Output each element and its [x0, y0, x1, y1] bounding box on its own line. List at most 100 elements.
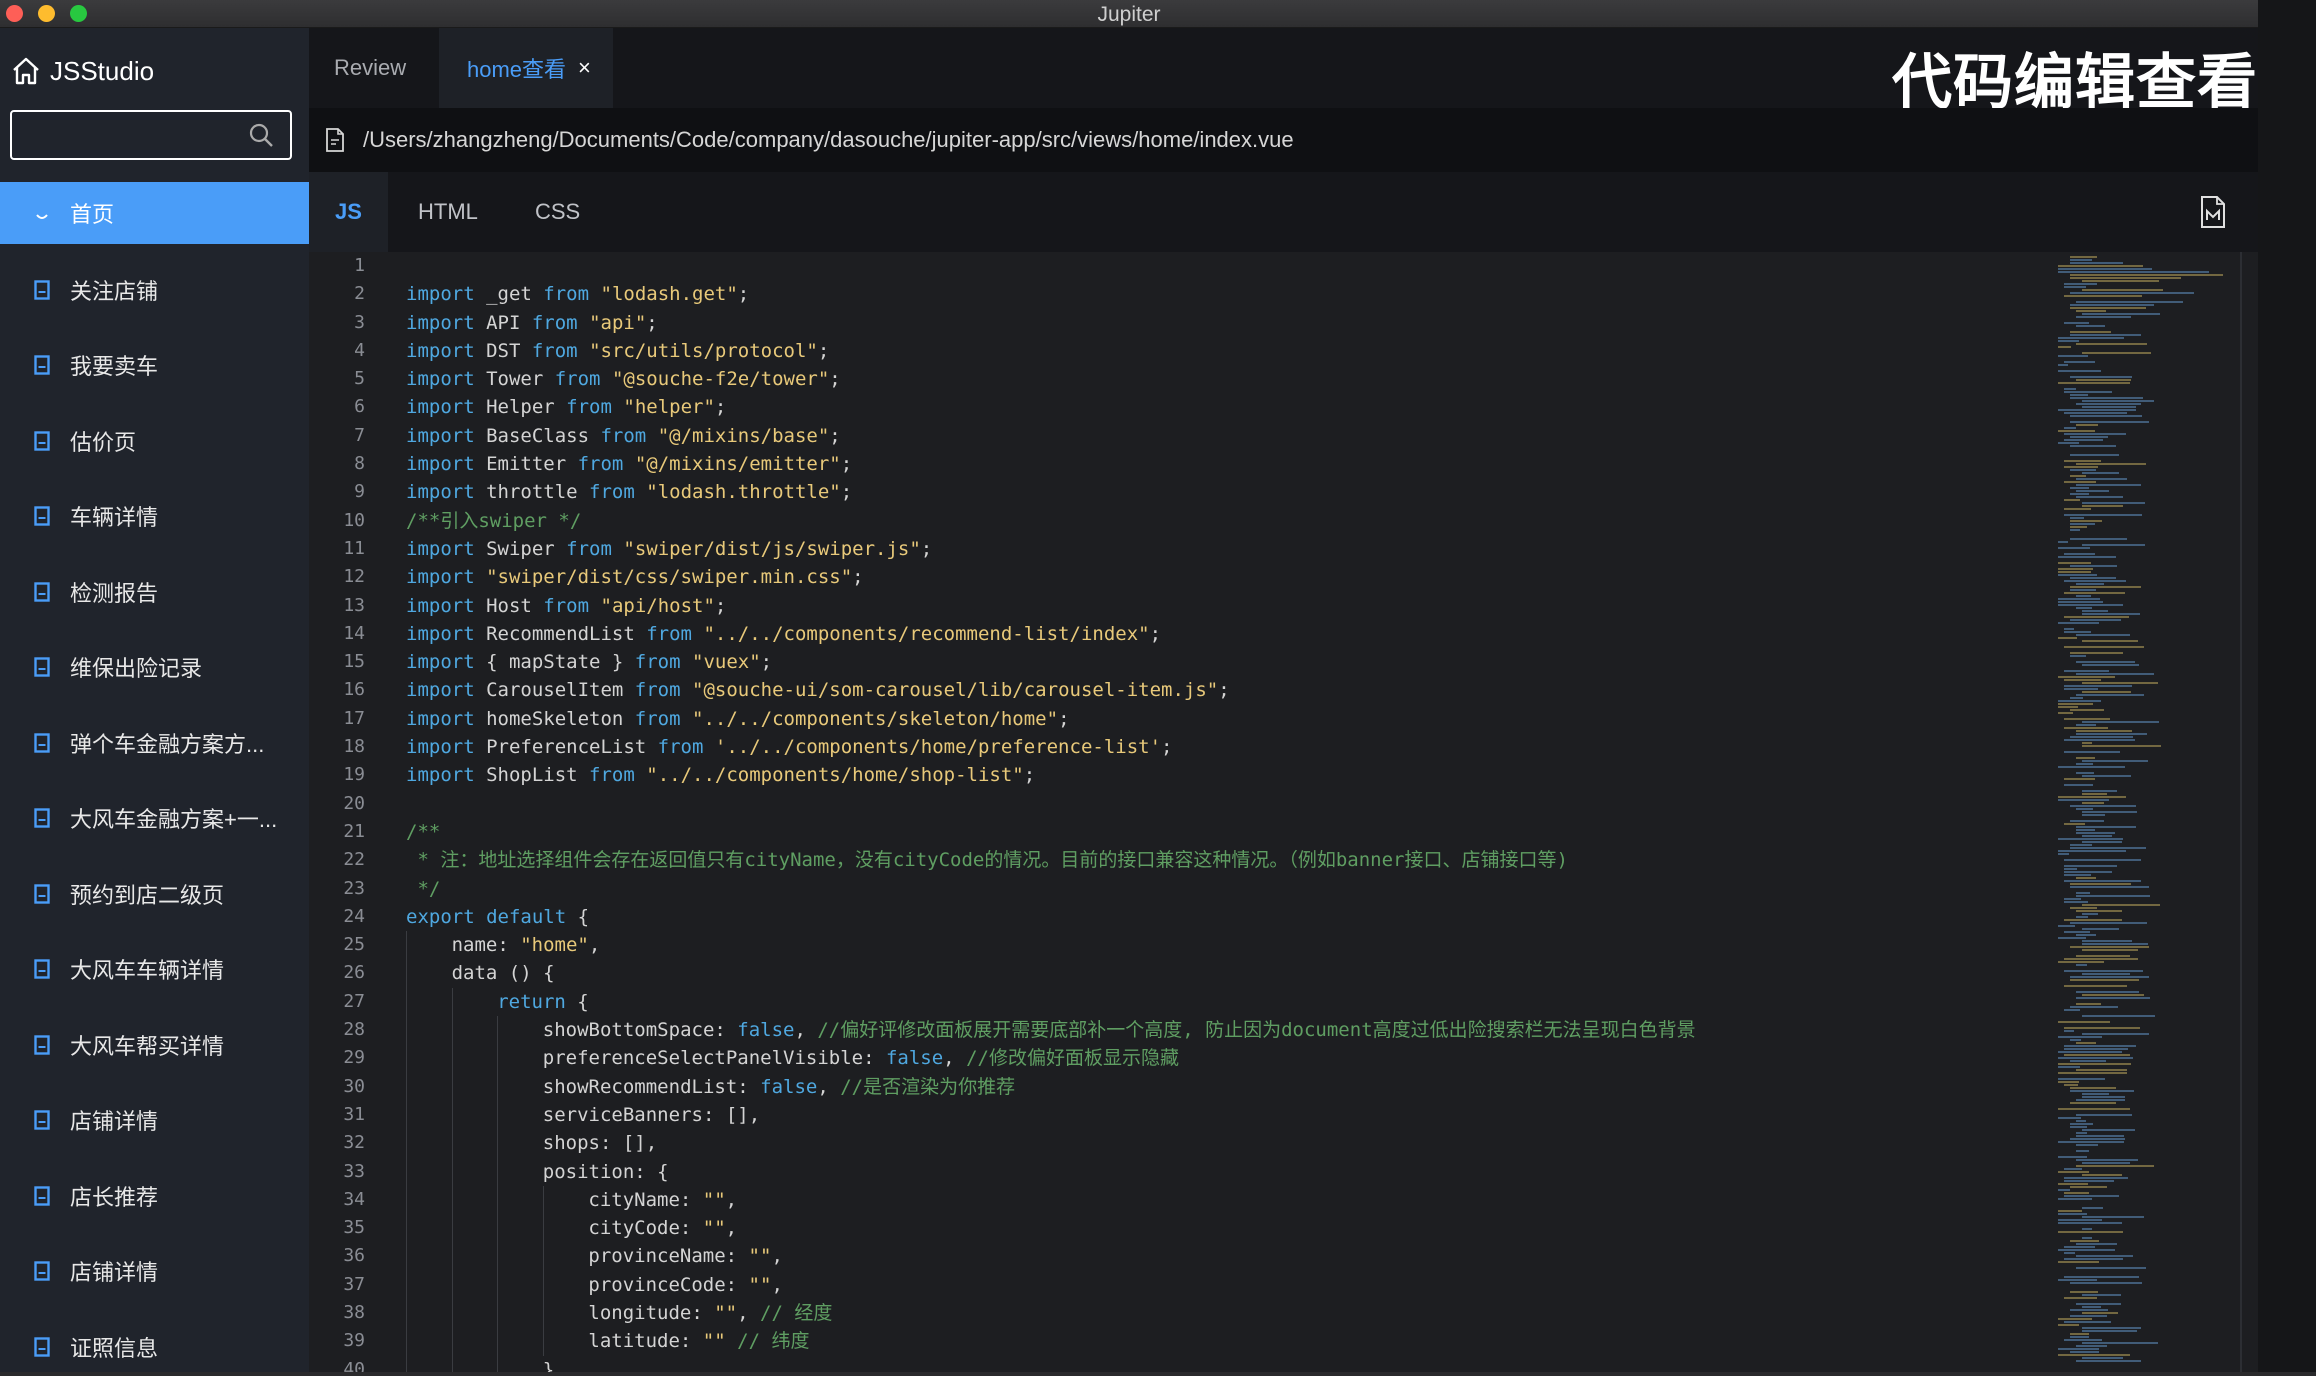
code-line[interactable]: import BaseClass from "@/mixins/base"; [406, 422, 1696, 450]
sidebar-item[interactable]: 我要卖车 [0, 328, 309, 404]
document-icon [34, 733, 50, 753]
sidebar-item[interactable]: 店铺详情 [0, 1234, 309, 1310]
code-line[interactable]: import homeSkeleton from "../../componen… [406, 705, 1696, 733]
sidebar-item[interactable]: 大风车车辆详情 [0, 932, 309, 1008]
code-line[interactable]: import PreferenceList from '../../compon… [406, 733, 1696, 761]
tab-html[interactable]: HTML [418, 172, 478, 252]
code-line[interactable]: longitude: "", // 经度 [406, 1298, 1696, 1328]
minimap-line [2070, 304, 2155, 306]
code-line[interactable]: import Tower from "@souche-f2e/tower"; [406, 365, 1696, 393]
sidebar-item[interactable]: 预约到店二级页 [0, 856, 309, 932]
minimap[interactable] [2048, 252, 2238, 1372]
code-line[interactable]: cityName: "", [406, 1185, 1696, 1215]
code-line[interactable]: export default { [406, 903, 1696, 931]
minimap-line [2064, 718, 2110, 720]
sidebar-item[interactable]: 证照信息 [0, 1309, 309, 1372]
code-line[interactable] [406, 790, 1696, 818]
indent-guide [406, 959, 407, 988]
sidebar-item[interactable]: 大风车帮买详情 [0, 1007, 309, 1083]
code-line[interactable]: data () { [406, 959, 1696, 988]
sidebar-item[interactable]: 车辆详情 [0, 479, 309, 555]
search-input[interactable] [10, 110, 292, 160]
code-line[interactable]: serviceBanners: [], [406, 1100, 1696, 1130]
code-line[interactable]: latitude: "" // 纬度 [406, 1327, 1696, 1356]
code-line[interactable]: shops: [], [406, 1129, 1696, 1158]
minimap-line [2058, 547, 2090, 549]
code-text: , [943, 1047, 967, 1070]
code-line[interactable]: showBottomSpace: false, //偏好评修改面板展开需要底部补… [406, 1016, 1696, 1045]
code-line[interactable]: /**引入swiper */ [406, 507, 1696, 535]
search-icon[interactable] [248, 122, 274, 148]
minimap-line [2058, 1219, 2102, 1221]
minimap-line [2082, 1237, 2093, 1239]
code-line[interactable]: import Swiper from "swiper/dist/js/swipe… [406, 535, 1696, 563]
tab-js[interactable]: JS [309, 172, 388, 252]
code-line[interactable]: }, [406, 1355, 1696, 1372]
sidebar-item[interactable]: 首页 [0, 182, 309, 244]
code-keyword: import [406, 424, 475, 447]
sidebar-item[interactable]: 维保出险记录 [0, 630, 309, 706]
code-line[interactable]: provinceName: "", [406, 1242, 1696, 1271]
minimap-line [2058, 1213, 2088, 1215]
indent-guide [542, 1242, 544, 1271]
code-line[interactable]: import "swiper/dist/css/swiper.min.css"; [406, 563, 1696, 591]
code-line[interactable]: * 注：地址选择组件会存在返回值只有cityName，没有cityCode的情况… [406, 846, 1696, 874]
scrollbar[interactable] [2240, 252, 2242, 1372]
indent-guide [497, 1242, 499, 1271]
code-string: "lodash.throttle" [646, 481, 841, 504]
code-line[interactable]: import { mapState } from "vuex"; [406, 648, 1696, 676]
minimap-line [2082, 400, 2155, 402]
code-line[interactable]: import API from "api"; [406, 309, 1696, 337]
tab-home[interactable]: home查看 × [439, 28, 613, 108]
code-line[interactable]: position: { [406, 1157, 1696, 1186]
code-line[interactable]: import _get from "lodash.get"; [406, 280, 1696, 308]
code-line[interactable]: import RecommendList from "../../compone… [406, 620, 1696, 648]
minimap-line [2058, 1078, 2105, 1080]
code-line[interactable]: import CarouselItem from "@souche-ui/som… [406, 676, 1696, 704]
code-line[interactable]: showRecommendList: false, //是否渲染为你推荐 [406, 1072, 1696, 1101]
code-line[interactable]: cityCode: "", [406, 1214, 1696, 1243]
brand[interactable]: JSStudio [10, 54, 154, 88]
sidebar-item[interactable]: 估价页 [0, 403, 309, 479]
code-text: , [794, 1019, 818, 1042]
minimap-line [2058, 1348, 2099, 1350]
code-line[interactable] [406, 252, 1696, 280]
code-keyword: import [406, 622, 475, 645]
tab-review[interactable]: Review [334, 28, 406, 108]
sidebar-item[interactable]: 弹个车金融方案方... [0, 705, 309, 781]
code-editor[interactable]: 1 2 3 4 5 6 7 8 9 10 11 12 13 14 15 16 17 18 19 20 21 22 23 24 2… [309, 252, 2258, 1372]
sidebar-item[interactable]: 店铺详情 [0, 1083, 309, 1159]
close-icon[interactable]: × [578, 55, 591, 81]
indent-guide [451, 1157, 453, 1186]
markdown-file-icon[interactable] [2200, 196, 2226, 228]
tab-css[interactable]: CSS [535, 172, 580, 252]
code-line[interactable]: preferenceSelectPanelVisible: false, //修… [406, 1044, 1696, 1073]
code-text: shops: [], [542, 1132, 658, 1155]
code-line[interactable]: import ShopList from "../../components/h… [406, 761, 1696, 789]
code-line[interactable]: import Host from "api/host"; [406, 592, 1696, 620]
code-line[interactable]: name: "home", [406, 931, 1696, 960]
code-line[interactable]: import DST from "src/utils/protocol"; [406, 337, 1696, 365]
minimap-line [2070, 1291, 2099, 1293]
code-line[interactable]: import throttle from "lodash.throttle"; [406, 478, 1696, 506]
sidebar-item[interactable]: 检测报告 [0, 554, 309, 630]
minimap-line [2070, 946, 2150, 948]
code-keyword: from [531, 339, 578, 362]
code-text: ; [1058, 707, 1070, 730]
document-icon [34, 808, 50, 828]
sidebar-item[interactable]: 店长推荐 [0, 1158, 309, 1234]
sidebar-item[interactable]: 关注店铺 [0, 252, 309, 328]
code-line[interactable]: import Helper from "helper"; [406, 393, 1696, 421]
code-line[interactable]: */ [406, 875, 1696, 903]
code-line[interactable]: /** [406, 818, 1696, 846]
line-number: 34 [343, 1188, 365, 1210]
code-line[interactable]: return { [406, 987, 1696, 1017]
minimap-line [2070, 529, 2081, 531]
code-string: "" [748, 1245, 772, 1268]
code-line[interactable]: import Emitter from "@/mixins/emitter"; [406, 450, 1696, 478]
minimap-line [2076, 343, 2147, 345]
code-line[interactable]: provinceCode: "", [406, 1270, 1696, 1299]
code-area[interactable]: import _get from "lodash.get"; import API… [406, 252, 1696, 1372]
sidebar-item[interactable]: 大风车金融方案+一... [0, 781, 309, 857]
